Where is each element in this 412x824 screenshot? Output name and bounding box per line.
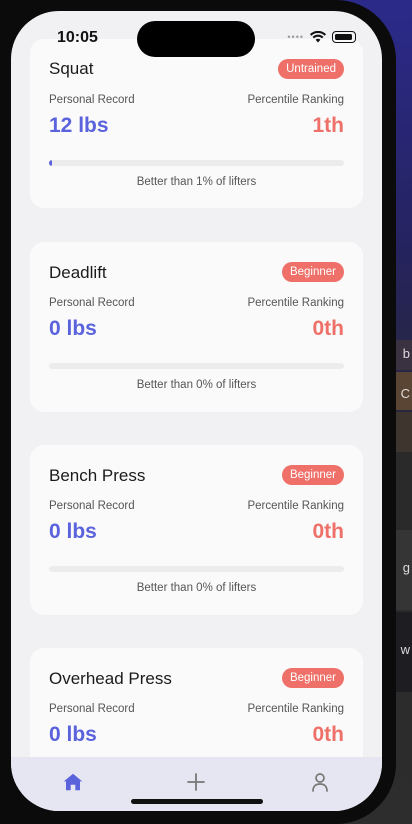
lift-name: Squat xyxy=(49,59,94,78)
percentile-ranking-label: Percentile Ranking xyxy=(247,297,344,309)
plus-icon xyxy=(187,773,205,791)
dynamic-island xyxy=(137,21,255,57)
signal-dots-icon: •••• xyxy=(287,32,304,42)
background-text: b xyxy=(402,346,410,361)
level-badge: Untrained xyxy=(278,59,344,79)
personal-record-value: 0 lbs xyxy=(49,723,97,746)
percentile-ranking-label: Percentile Ranking xyxy=(247,703,344,715)
battery-icon xyxy=(332,31,356,43)
status-time: 10:05 xyxy=(57,29,98,46)
tab-add[interactable] xyxy=(183,769,209,795)
level-badge: Beginner xyxy=(281,465,344,485)
home-indicator xyxy=(131,799,263,804)
percentile-progress-bar xyxy=(49,160,344,166)
lift-card-bench-press[interactable]: Bench Press Beginner Personal Record Per… xyxy=(30,445,363,615)
lift-name: Overhead Press xyxy=(49,669,172,688)
percentile-ranking-value: 0th xyxy=(312,723,345,746)
lift-card-squat[interactable]: Squat Untrained Personal Record Percenti… xyxy=(30,39,363,208)
phone-screen: 10:05 •••• Squat Untrained Personal Reco… xyxy=(11,11,382,811)
lift-card-deadlift[interactable]: Deadlift Beginner Personal Record Percen… xyxy=(30,242,363,412)
better-than-text: Better than 0% of lifters xyxy=(136,379,257,391)
better-than-text: Better than 1% of lifters xyxy=(136,176,257,188)
lift-name: Bench Press xyxy=(49,466,146,485)
percentile-progress-bar xyxy=(49,566,344,572)
personal-record-label: Personal Record xyxy=(49,703,135,715)
better-than-text: Better than 0% of lifters xyxy=(136,582,257,594)
personal-record-value: 0 lbs xyxy=(49,317,97,340)
background-text: w xyxy=(400,642,410,657)
tab-profile[interactable] xyxy=(307,769,333,795)
background-text: g xyxy=(402,560,410,575)
status-icons: •••• xyxy=(287,31,356,43)
personal-record-label: Personal Record xyxy=(49,94,135,106)
percentile-ranking-value: 0th xyxy=(312,520,345,543)
level-badge: Beginner xyxy=(281,668,344,688)
personal-record-value: 12 lbs xyxy=(49,114,109,137)
lift-card-overhead-press[interactable]: Overhead Press Beginner Personal Record … xyxy=(30,648,363,757)
background-text: C xyxy=(400,386,410,401)
phone-frame: 10:05 •••• Squat Untrained Personal Reco… xyxy=(0,0,396,824)
percentile-ranking-value: 0th xyxy=(312,317,345,340)
percentile-progress-bar xyxy=(49,363,344,369)
wifi-icon xyxy=(310,31,326,43)
lift-list[interactable]: Squat Untrained Personal Record Percenti… xyxy=(11,11,382,757)
home-icon xyxy=(63,773,83,791)
percentile-ranking-label: Percentile Ranking xyxy=(247,500,344,512)
level-badge: Beginner xyxy=(281,262,344,282)
personal-record-value: 0 lbs xyxy=(49,520,97,543)
lift-name: Deadlift xyxy=(49,263,107,282)
tab-home[interactable] xyxy=(60,769,86,795)
personal-record-label: Personal Record xyxy=(49,297,135,309)
percentile-ranking-label: Percentile Ranking xyxy=(247,94,344,106)
person-icon xyxy=(312,773,328,792)
percentile-progress-fill xyxy=(49,160,52,166)
percentile-ranking-value: 1th xyxy=(312,114,345,137)
personal-record-label: Personal Record xyxy=(49,500,135,512)
